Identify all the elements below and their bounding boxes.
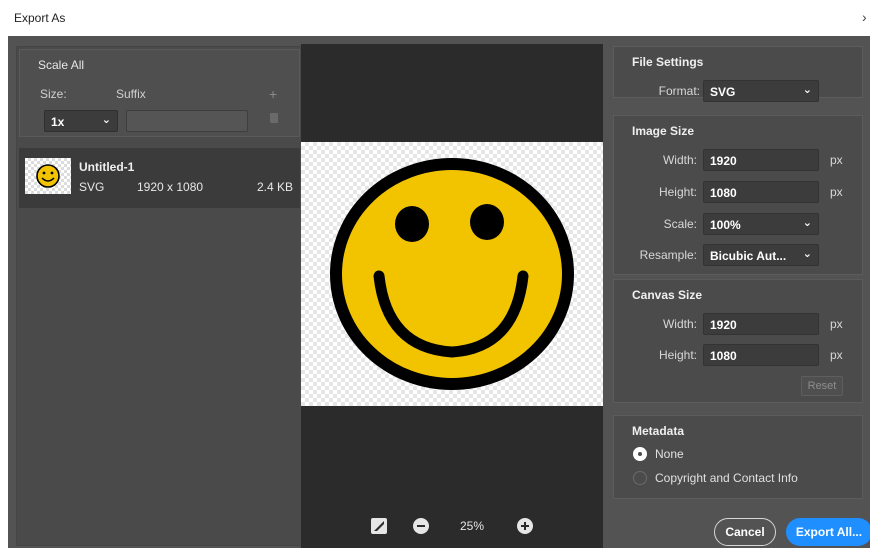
resample-label: Resample: (639, 248, 697, 262)
metadata-none-label[interactable]: None (655, 447, 684, 461)
image-width-label: Width: (662, 153, 697, 167)
asset-type: SVG (79, 180, 105, 194)
image-height-unit: px (830, 185, 843, 199)
scale-label: Scale: (663, 217, 697, 231)
chevron-down-icon: ⌄ (802, 248, 812, 260)
suffix-label: Suffix (116, 87, 146, 101)
asset-panel: Scale All Size: Suffix + 1x ⌄ Untitled-1 (16, 46, 303, 546)
asset-name: Untitled-1 (79, 160, 135, 174)
format-select-value: SVG (710, 85, 736, 99)
asset-list-item[interactable]: Untitled-1 SVG 1920 x 1080 2.4 KB (19, 148, 300, 208)
format-select[interactable]: SVG ⌄ (703, 80, 819, 102)
asset-file-size: 2.4 KB (257, 180, 294, 194)
image-width-unit: px (830, 153, 843, 167)
image-height-label: Height: (658, 185, 697, 199)
image-width-input[interactable]: 1920 (703, 149, 819, 171)
canvas-width-unit: px (830, 317, 843, 331)
zoom-in-icon[interactable] (517, 518, 533, 534)
canvas-height-label: Height: (658, 348, 697, 362)
scale-select-value: 1x (51, 115, 65, 129)
export-dialog: Scale All Size: Suffix + 1x ⌄ Untitled-1 (8, 36, 870, 548)
format-label: Format: (658, 84, 700, 98)
resample-select[interactable]: Bicubic Aut... ⌄ (703, 244, 819, 266)
metadata-title: Metadata (632, 424, 685, 438)
size-label: Size: (40, 87, 67, 101)
canvas-height-input[interactable]: 1080 (703, 344, 819, 366)
zoom-out-icon[interactable] (413, 518, 429, 534)
smiley-thumbnail-icon (36, 164, 60, 188)
reset-button[interactable]: Reset (801, 376, 843, 396)
zoom-controls: 25% (301, 514, 603, 540)
chevron-down-icon: ⌄ (802, 217, 812, 229)
window-title: Export As (14, 11, 66, 25)
export-all-button[interactable]: Export All... (786, 518, 870, 546)
preview-area: 25% (301, 44, 603, 548)
cancel-button[interactable]: Cancel (714, 518, 776, 546)
metadata-none-radio[interactable] (633, 447, 647, 461)
scale-all-title: Scale All (38, 58, 85, 72)
image-scale-select[interactable]: 100% ⌄ (703, 213, 819, 235)
metadata-copyright-radio[interactable] (633, 471, 647, 485)
image-height-input[interactable]: 1080 (703, 181, 819, 203)
asset-thumbnail (25, 158, 71, 194)
image-size-title: Image Size (632, 124, 695, 138)
close-icon[interactable]: › (862, 9, 867, 25)
resample-value: Bicubic Aut... (710, 249, 787, 263)
canvas-size-title: Canvas Size (632, 288, 703, 302)
asset-dimensions: 1920 x 1080 (137, 180, 204, 194)
zoom-level: 25% (460, 519, 485, 533)
scale-all-group: Scale All Size: Suffix + 1x ⌄ (19, 49, 300, 137)
preview-canvas (301, 142, 603, 406)
metadata-copyright-label[interactable]: Copyright and Contact Info (655, 471, 798, 485)
file-settings-title: File Settings (632, 55, 704, 69)
metadata-group: Metadata (613, 415, 863, 499)
smiley-face-image (330, 158, 574, 390)
chevron-down-icon: ⌄ (802, 84, 812, 96)
fit-to-view-icon[interactable] (371, 518, 387, 534)
image-scale-value: 100% (710, 218, 741, 232)
trash-icon[interactable] (270, 113, 278, 123)
suffix-input[interactable] (126, 110, 248, 132)
add-scale-icon[interactable]: + (269, 86, 277, 102)
scale-select[interactable]: 1x ⌄ (44, 110, 118, 132)
title-bar: Export As › (0, 0, 870, 36)
canvas-width-input[interactable]: 1920 (703, 313, 819, 335)
canvas-width-label: Width: (662, 317, 697, 331)
canvas-height-unit: px (830, 348, 843, 362)
chevron-down-icon: ⌄ (101, 114, 111, 126)
